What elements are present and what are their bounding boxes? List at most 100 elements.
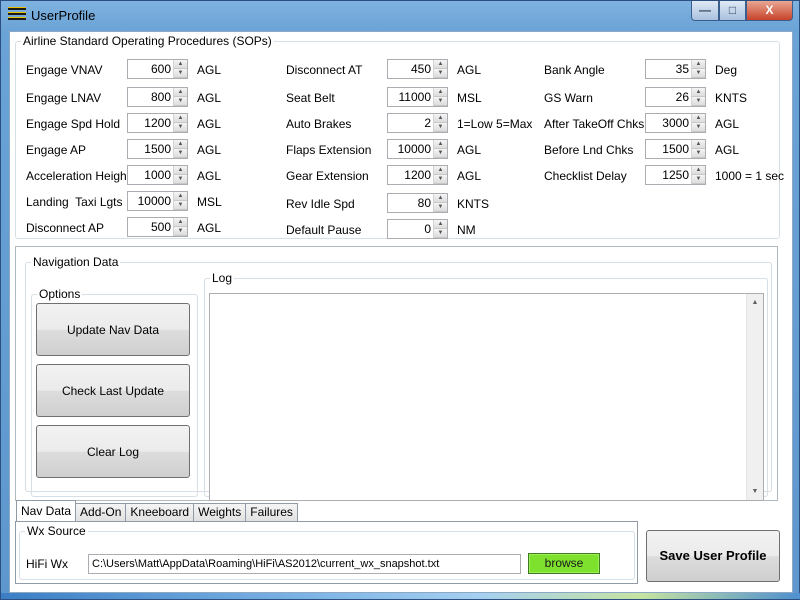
gs-warn-spinner[interactable]: 26 ▲ ▼: [645, 87, 706, 107]
check-last-update-button[interactable]: Check Last Update: [36, 364, 190, 417]
engage-lnav-value[interactable]: 800: [128, 88, 173, 106]
flaps-extension-spinner[interactable]: 10000 ▲ ▼: [387, 139, 448, 159]
engage-lnav-spinner[interactable]: 800 ▲ ▼: [127, 87, 188, 107]
tab-weights[interactable]: Weights: [193, 503, 247, 521]
seat-belt-spinner[interactable]: 11000 ▲ ▼: [387, 87, 448, 107]
scroll-down-icon[interactable]: ▼: [747, 483, 763, 500]
checklist-delay-spinner[interactable]: 1250 ▲ ▼: [645, 165, 706, 185]
default-pause-value[interactable]: 0: [388, 220, 433, 238]
spinner-up-icon[interactable]: ▲: [692, 166, 705, 175]
log-scrollbar[interactable]: ▲ ▼: [746, 294, 763, 500]
title-bar[interactable]: UserProfile — □ X: [1, 1, 799, 31]
engage-ap-value[interactable]: 1500: [128, 140, 173, 158]
flaps-extension-value[interactable]: 10000: [388, 140, 433, 158]
tab-add-on[interactable]: Add-On: [75, 503, 127, 521]
after-takeoff-chks-spinner[interactable]: 3000 ▲ ▼: [645, 113, 706, 133]
spinner-up-icon[interactable]: ▲: [174, 88, 187, 97]
spinner-down-icon[interactable]: ▼: [692, 97, 705, 106]
spinner-up-icon[interactable]: ▲: [174, 60, 187, 69]
spinner-down-icon[interactable]: ▼: [692, 69, 705, 78]
landing-taxi-lgts-spinner[interactable]: 10000 ▲ ▼: [127, 191, 188, 211]
disconnect-at-spinner[interactable]: 450 ▲ ▼: [387, 59, 448, 79]
spinner-up-icon[interactable]: ▲: [434, 140, 447, 149]
spinner-down-icon[interactable]: ▼: [174, 69, 187, 78]
seat-belt-value[interactable]: 11000: [388, 88, 433, 106]
engage-spd-hold-value[interactable]: 1200: [128, 114, 173, 132]
auto-brakes-spinner[interactable]: 2 ▲ ▼: [387, 113, 448, 133]
engage-ap-spinner[interactable]: 1500 ▲ ▼: [127, 139, 188, 159]
disconnect-at-value[interactable]: 450: [388, 60, 433, 78]
spinner-down-icon[interactable]: ▼: [434, 203, 447, 212]
app-menu-icon[interactable]: [8, 7, 26, 23]
gs-warn-value[interactable]: 26: [646, 88, 691, 106]
spinner-up-icon[interactable]: ▲: [434, 166, 447, 175]
disconnect-ap-value[interactable]: 500: [128, 218, 173, 236]
spinner-up-icon[interactable]: ▲: [434, 194, 447, 203]
before-lnd-chks-spinner[interactable]: 1500 ▲ ▼: [645, 139, 706, 159]
update-nav-data-button[interactable]: Update Nav Data: [36, 303, 190, 356]
spinner-down-icon[interactable]: ▼: [174, 175, 187, 184]
save-user-profile-button[interactable]: Save User Profile: [646, 530, 780, 582]
flaps-extension-unit: AGL: [457, 143, 482, 157]
bank-angle-value[interactable]: 35: [646, 60, 691, 78]
landing-taxi-lgts-value[interactable]: 10000: [128, 192, 173, 210]
gear-extension-value[interactable]: 1200: [388, 166, 433, 184]
spinner-down-icon[interactable]: ▼: [692, 123, 705, 132]
engage-spd-hold-spinner[interactable]: 1200 ▲ ▼: [127, 113, 188, 133]
log-textarea[interactable]: ▲ ▼: [209, 293, 764, 501]
spinner-down-icon[interactable]: ▼: [692, 149, 705, 158]
after-takeoff-chks-value[interactable]: 3000: [646, 114, 691, 132]
wx-path-field[interactable]: C:\Users\Matt\AppData\Roaming\HiFi\AS201…: [88, 554, 521, 574]
checklist-delay-value[interactable]: 1250: [646, 166, 691, 184]
spinner-up-icon[interactable]: ▲: [434, 220, 447, 229]
spinner-up-icon[interactable]: ▲: [174, 218, 187, 227]
spinner-up-icon[interactable]: ▲: [174, 140, 187, 149]
spinner-down-icon[interactable]: ▼: [434, 229, 447, 238]
spinner-down-icon[interactable]: ▼: [434, 97, 447, 106]
rev-idle-spd-spinner[interactable]: 80 ▲ ▼: [387, 193, 448, 213]
minimize-button[interactable]: —: [691, 1, 719, 21]
scroll-up-icon[interactable]: ▲: [747, 294, 763, 311]
spinner-down-icon[interactable]: ▼: [434, 69, 447, 78]
spinner-down-icon[interactable]: ▼: [174, 123, 187, 132]
acceleration-height-spinner[interactable]: 1000 ▲ ▼: [127, 165, 188, 185]
tab-nav-data[interactable]: Nav Data: [16, 500, 77, 521]
spinner-up-icon[interactable]: ▲: [174, 166, 187, 175]
default-pause-spinner[interactable]: 0 ▲ ▼: [387, 219, 448, 239]
engage-vnav-spinner[interactable]: 600 ▲ ▼: [127, 59, 188, 79]
spinner-down-icon[interactable]: ▼: [174, 227, 187, 236]
auto-brakes-value[interactable]: 2: [388, 114, 433, 132]
spinner-down-icon[interactable]: ▼: [434, 149, 447, 158]
spinner-up-icon[interactable]: ▲: [692, 60, 705, 69]
spinner-up-icon[interactable]: ▲: [434, 88, 447, 97]
tab-kneeboard[interactable]: Kneeboard: [125, 503, 195, 521]
rev-idle-spd-value[interactable]: 80: [388, 194, 433, 212]
spinner-up-icon[interactable]: ▲: [692, 114, 705, 123]
spinner-down-icon[interactable]: ▼: [434, 123, 447, 132]
spinner-up-icon[interactable]: ▲: [434, 60, 447, 69]
rev-idle-spd-label: Rev Idle Spd: [286, 197, 355, 211]
bank-angle-spinner[interactable]: 35 ▲ ▼: [645, 59, 706, 79]
close-button[interactable]: X: [746, 1, 793, 21]
disconnect-ap-spinner[interactable]: 500 ▲ ▼: [127, 217, 188, 237]
spinner-up-icon[interactable]: ▲: [174, 114, 187, 123]
spinner-down-icon[interactable]: ▼: [174, 149, 187, 158]
clear-log-button[interactable]: Clear Log: [36, 425, 190, 478]
spinner-down-icon[interactable]: ▼: [174, 97, 187, 106]
spinner-up-icon[interactable]: ▲: [692, 140, 705, 149]
before-lnd-chks-value[interactable]: 1500: [646, 140, 691, 158]
spinner-down-icon[interactable]: ▼: [434, 175, 447, 184]
spinner-up-icon[interactable]: ▲: [434, 114, 447, 123]
spinner-down-icon[interactable]: ▼: [692, 175, 705, 184]
spinner-up-icon[interactable]: ▲: [692, 88, 705, 97]
spinner-up-icon[interactable]: ▲: [174, 192, 187, 201]
spinner-down-icon[interactable]: ▼: [174, 201, 187, 210]
browse-button[interactable]: browse: [528, 553, 600, 574]
maximize-button[interactable]: □: [719, 1, 746, 21]
tab-failures[interactable]: Failures: [245, 503, 298, 521]
app-window: UserProfile — □ X Airline Standard Opera…: [0, 0, 800, 600]
gear-extension-spinner[interactable]: 1200 ▲ ▼: [387, 165, 448, 185]
before-lnd-chks-unit: AGL: [715, 143, 740, 157]
acceleration-height-value[interactable]: 1000: [128, 166, 173, 184]
engage-vnav-value[interactable]: 600: [128, 60, 173, 78]
